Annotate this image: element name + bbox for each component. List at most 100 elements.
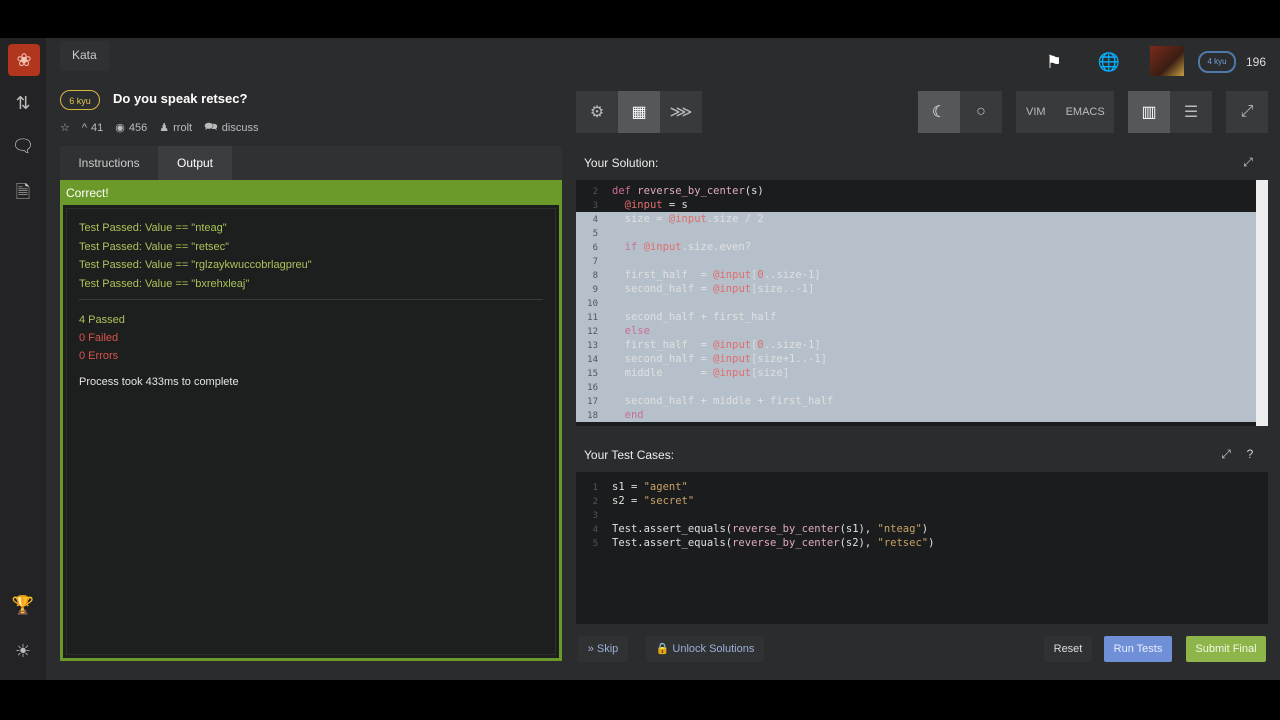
process-time: Process took 433ms to complete [79,376,239,388]
unlock-label: Unlock Solutions [672,643,755,655]
unlock-solutions-button[interactable]: 🔒 Unlock Solutions [646,636,764,662]
help-icon[interactable]: ? [1240,444,1260,464]
code-text: @input = s [624,199,688,211]
breadcrumb[interactable]: Kata [60,41,109,71]
errors-count: 0 Errors [79,350,119,362]
line-number: 2 [592,187,598,197]
output-tabs: Instructions Output [60,146,562,180]
code-line[interactable]: 7 [576,254,1268,268]
line-number: 1 [592,483,598,493]
codewars-logo-icon[interactable]: ❀ [8,44,40,76]
line-number: 12 [587,327,598,337]
code-line[interactable]: 2 def reverse_by_center(s) [576,184,1268,198]
submit-final-button[interactable]: Submit Final [1186,636,1266,662]
code-text: Test.assert_equals(reverse_by_center(s2)… [612,537,935,549]
run-tests-button[interactable]: Run Tests [1104,636,1172,662]
tests-expand-icon[interactable]: ⤢ [1216,444,1236,464]
solution-editor[interactable]: 18 end 17 second_half + middle + first_ha… [576,180,1268,426]
line-number: 7 [592,257,598,267]
moon-icon[interactable]: ☾ [918,91,960,133]
avatar[interactable] [1150,46,1184,76]
editor-scrollbar[interactable] [1256,180,1268,426]
page-title: Do you speak retsec? [113,91,248,106]
code-line[interactable]: 14 second_half = @input[size+1..-1] [576,352,1268,366]
vim-button[interactable]: VIM [1016,91,1056,133]
chat-icon[interactable]: 🗨 [8,131,38,161]
settings-icon[interactable]: ⚙ [576,91,618,133]
sun-icon[interactable]: ○ [960,91,1002,133]
lightbulb-icon[interactable]: ☀ [8,636,38,666]
code-text: s2 = "secret" [612,495,695,507]
code-line[interactable]: 3 [576,508,1268,522]
code-line[interactable]: 13 first_half = @input[0..size-1] [576,338,1268,352]
discuss-label[interactable]: discuss [222,122,259,134]
skip-label: Skip [596,643,619,655]
code-line[interactable]: 5 [576,226,1268,240]
completed-stat: ◉ 456 [115,121,147,135]
code-line[interactable]: 4 size = @input.size / 2 [576,212,1268,226]
kata-stats: ☆ ^ 41 ◉ 456 ♟ rrolt 🗪 discuss [60,118,258,137]
globe-icon[interactable]: 🌐 [1097,50,1121,74]
star-icon[interactable]: ☆ [60,121,70,134]
code-line[interactable]: 2 s2 = "secret" [576,494,1268,508]
code-text: second_half + middle + first_half [612,395,834,407]
tab-instructions[interactable]: Instructions [60,146,158,180]
line-number: 15 [587,369,598,379]
code-line[interactable]: 5 Test.assert_equals(reverse_by_center(s2… [576,536,1268,550]
test-result: Test Passed: Value == "retsec" [79,240,230,253]
line-number: 8 [592,271,598,281]
skip-button[interactable]: » Skip [578,636,628,662]
rank-badge: 4 kyu [1198,51,1236,73]
reset-button[interactable]: Reset [1044,636,1092,662]
stacked-layout-icon[interactable]: ☰ [1170,91,1212,133]
tab-output[interactable]: Output [158,146,232,180]
code-line[interactable]: 4 Test.assert_equals(reverse_by_center(s1… [576,522,1268,536]
test-result: Test Passed: Value == "bxrehxleaj" [79,277,250,290]
emacs-button[interactable]: EMACS [1056,91,1115,133]
expand-icon[interactable]: ⤢ [1226,91,1268,133]
failed-count: 0 Failed [79,332,119,344]
theme-group: ☾ ○ [918,91,1002,133]
code-line[interactable]: 15 middle = @input[size] [576,366,1268,380]
author-name[interactable]: rrolt [173,122,192,134]
discuss-link[interactable]: 🗪 discuss [204,118,258,137]
line-number: 16 [587,383,598,393]
code-line[interactable]: 18 end [576,408,1268,422]
test-result: Test Passed: Value == "nteag" [79,222,227,234]
solution-expand-icon[interactable]: ⤢ [1238,152,1258,172]
line-number: 5 [592,229,598,239]
fast-forward-icon[interactable]: ⋙ [660,91,702,133]
view-toggle-group: ⚙ ▦ ⋙ [576,91,702,133]
code-line[interactable]: 11 second_half + first_half [576,310,1268,324]
code-line[interactable]: 9 second_half = @input[size..-1] [576,282,1268,296]
editor-view-icon[interactable]: ▦ [618,91,660,133]
line-number: 4 [592,215,598,225]
code-text: end [624,409,644,421]
code-line[interactable]: 17 second_half + middle + first_half [576,394,1268,408]
trophy-icon[interactable]: 🏆 [8,590,38,620]
code-text: second_half + first_half [612,311,777,323]
line-number: 9 [592,285,598,295]
line-number: 4 [592,525,598,535]
code-line[interactable]: 10 [576,296,1268,310]
docs-icon[interactable]: 🗎 [8,180,38,210]
code-text: size = @input.size / 2 [612,213,764,225]
code-text: second_half = @input[size..-1] [612,283,815,295]
code-line[interactable]: 16 [576,380,1268,394]
split-layout-icon[interactable]: ▥ [1128,91,1170,133]
target-icon: ◉ [115,122,125,134]
bookmark-icon[interactable]: ⚑ [1042,50,1066,74]
line-number: 2 [592,497,598,507]
author-link[interactable]: ♟ rrolt [159,121,192,135]
comments-icon: 🗪 [204,121,218,133]
code-line[interactable]: 12 else [576,324,1268,338]
code-line[interactable]: 3 @input = s [576,198,1268,212]
code-line[interactable]: 8 first_half = @input[0..size-1] [576,268,1268,282]
test-cases-editor[interactable]: 5 Test.assert_equals(reverse_by_center(s2… [576,472,1268,624]
line-number: 6 [592,243,598,253]
app-frame: ❀ ⇅ 🗨 🗎 🏆 ☀ Kata 6 kyu Do you speak rets… [0,38,1280,680]
code-line[interactable]: 1 s1 = "agent" [576,480,1268,494]
code-line[interactable]: 6 if @input.size.even? [576,240,1268,254]
practice-icon[interactable]: ⇅ [8,88,38,118]
test-cases-title: Your Test Cases: [584,448,675,462]
